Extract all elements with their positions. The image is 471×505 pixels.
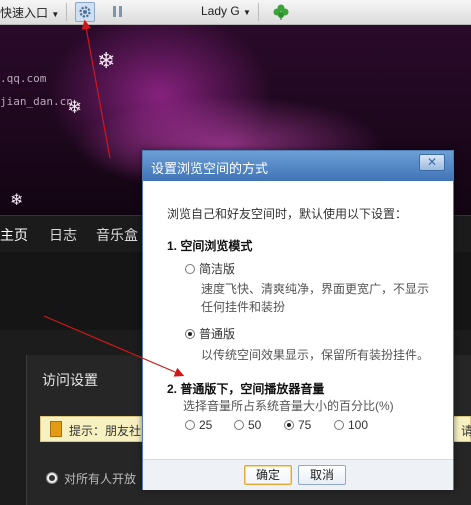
warning-icon bbox=[50, 421, 62, 437]
ok-button[interactable]: 确定 bbox=[244, 465, 292, 485]
clean-mode-description-1: 速度飞快、清爽纯净，界面更宽广，不显示 bbox=[201, 282, 430, 296]
volume-option-50[interactable]: 50 bbox=[234, 418, 261, 432]
dialog-header: 设置浏览空间的方式 ✕ bbox=[143, 151, 453, 181]
settings-gear-icon[interactable] bbox=[75, 2, 95, 22]
tip-prefix: 提示： bbox=[69, 424, 106, 438]
open-to-all-option[interactable]: 对所有人开放 bbox=[46, 470, 136, 487]
radio-volume-100[interactable] bbox=[334, 420, 344, 430]
dialog-intro: 浏览自己和好友空间时，默认使用以下设置： bbox=[167, 207, 408, 221]
user-name: Lady G bbox=[201, 4, 240, 18]
volume-75-label: 75 bbox=[298, 418, 312, 432]
volume-description: 选择音量所占系统音量大小的百分比(%) bbox=[183, 399, 394, 413]
tab-blog[interactable]: 日志 bbox=[49, 225, 77, 245]
tab-music[interactable]: 音乐盒 bbox=[96, 225, 138, 245]
volume-option-75[interactable]: 75 bbox=[284, 418, 311, 432]
section-player-volume: 2. 普通版下，空间播放器音量 bbox=[167, 382, 325, 396]
dialog-title: 设置浏览空间的方式 bbox=[151, 161, 269, 176]
radio-button[interactable] bbox=[46, 472, 58, 484]
option-clean-mode[interactable]: 简洁版 bbox=[185, 260, 235, 277]
tip-tail: 请 bbox=[461, 424, 471, 438]
volume-25-label: 25 bbox=[199, 418, 213, 432]
close-button[interactable]: ✕ bbox=[419, 154, 445, 171]
volume-50-label: 50 bbox=[248, 418, 262, 432]
top-toolbar: 快速入口 ▼ Lady G ▼ bbox=[0, 0, 471, 25]
tab-home[interactable]: 主页 bbox=[0, 225, 28, 245]
snowflake-icon: ❄ bbox=[10, 192, 24, 209]
pause-icon[interactable] bbox=[113, 6, 123, 17]
cancel-button[interactable]: 取消 bbox=[298, 465, 346, 485]
dropdown-arrow-icon: ▼ bbox=[51, 10, 60, 19]
normal-mode-description: 以传统空间效果显示，保留所有装扮挂件。 bbox=[201, 348, 430, 362]
radio-clean[interactable] bbox=[185, 264, 195, 274]
volume-100-label: 100 bbox=[348, 418, 369, 432]
clover-icon[interactable] bbox=[272, 3, 290, 21]
dialog-body: 浏览自己和好友空间时，默认使用以下设置： 1. 空间浏览模式 简洁版 速度飞快、… bbox=[143, 181, 453, 461]
volume-option-100[interactable]: 100 bbox=[334, 418, 368, 432]
snowflake-icon: ❄ bbox=[67, 97, 83, 117]
user-menu[interactable]: Lady G ▼ bbox=[201, 4, 251, 18]
snowflake-icon: ❄ bbox=[97, 48, 116, 73]
browse-mode-dialog: 设置浏览空间的方式 ✕ 浏览自己和好友空间时，默认使用以下设置： 1. 空间浏览… bbox=[142, 150, 454, 490]
toolbar-divider bbox=[66, 3, 67, 21]
tip-text: 提示：朋友社 bbox=[69, 422, 141, 439]
quick-entry-label: 快速入口 bbox=[0, 6, 49, 20]
dropdown-arrow-icon: ▼ bbox=[243, 8, 251, 17]
clean-mode-description-2: 任何挂件和装扮 bbox=[201, 300, 286, 314]
tip-content: 朋友社 bbox=[105, 424, 142, 438]
radio-volume-75[interactable] bbox=[284, 420, 294, 430]
open-to-all-label: 对所有人开放 bbox=[64, 472, 137, 486]
banner-user-url[interactable]: jian_dan.cn bbox=[0, 95, 73, 108]
access-settings-title: 访问设置 bbox=[42, 372, 98, 388]
radio-volume-50[interactable] bbox=[234, 420, 244, 430]
volume-option-25[interactable]: 25 bbox=[185, 418, 212, 432]
section-browse-mode: 1. 空间浏览模式 bbox=[167, 239, 253, 253]
radio-volume-25[interactable] bbox=[185, 420, 195, 430]
option-normal-mode[interactable]: 普通版 bbox=[185, 325, 235, 342]
option-clean-label: 简洁版 bbox=[199, 262, 236, 276]
toolbar-divider bbox=[258, 3, 259, 21]
close-icon: ✕ bbox=[426, 155, 438, 169]
radio-normal[interactable] bbox=[185, 329, 195, 339]
banner-domain: .qq.com bbox=[0, 72, 47, 85]
quick-entry-menu[interactable]: 快速入口 ▼ bbox=[0, 4, 59, 21]
option-normal-label: 普通版 bbox=[199, 327, 236, 341]
dialog-footer: 确定 取消 bbox=[143, 459, 453, 490]
